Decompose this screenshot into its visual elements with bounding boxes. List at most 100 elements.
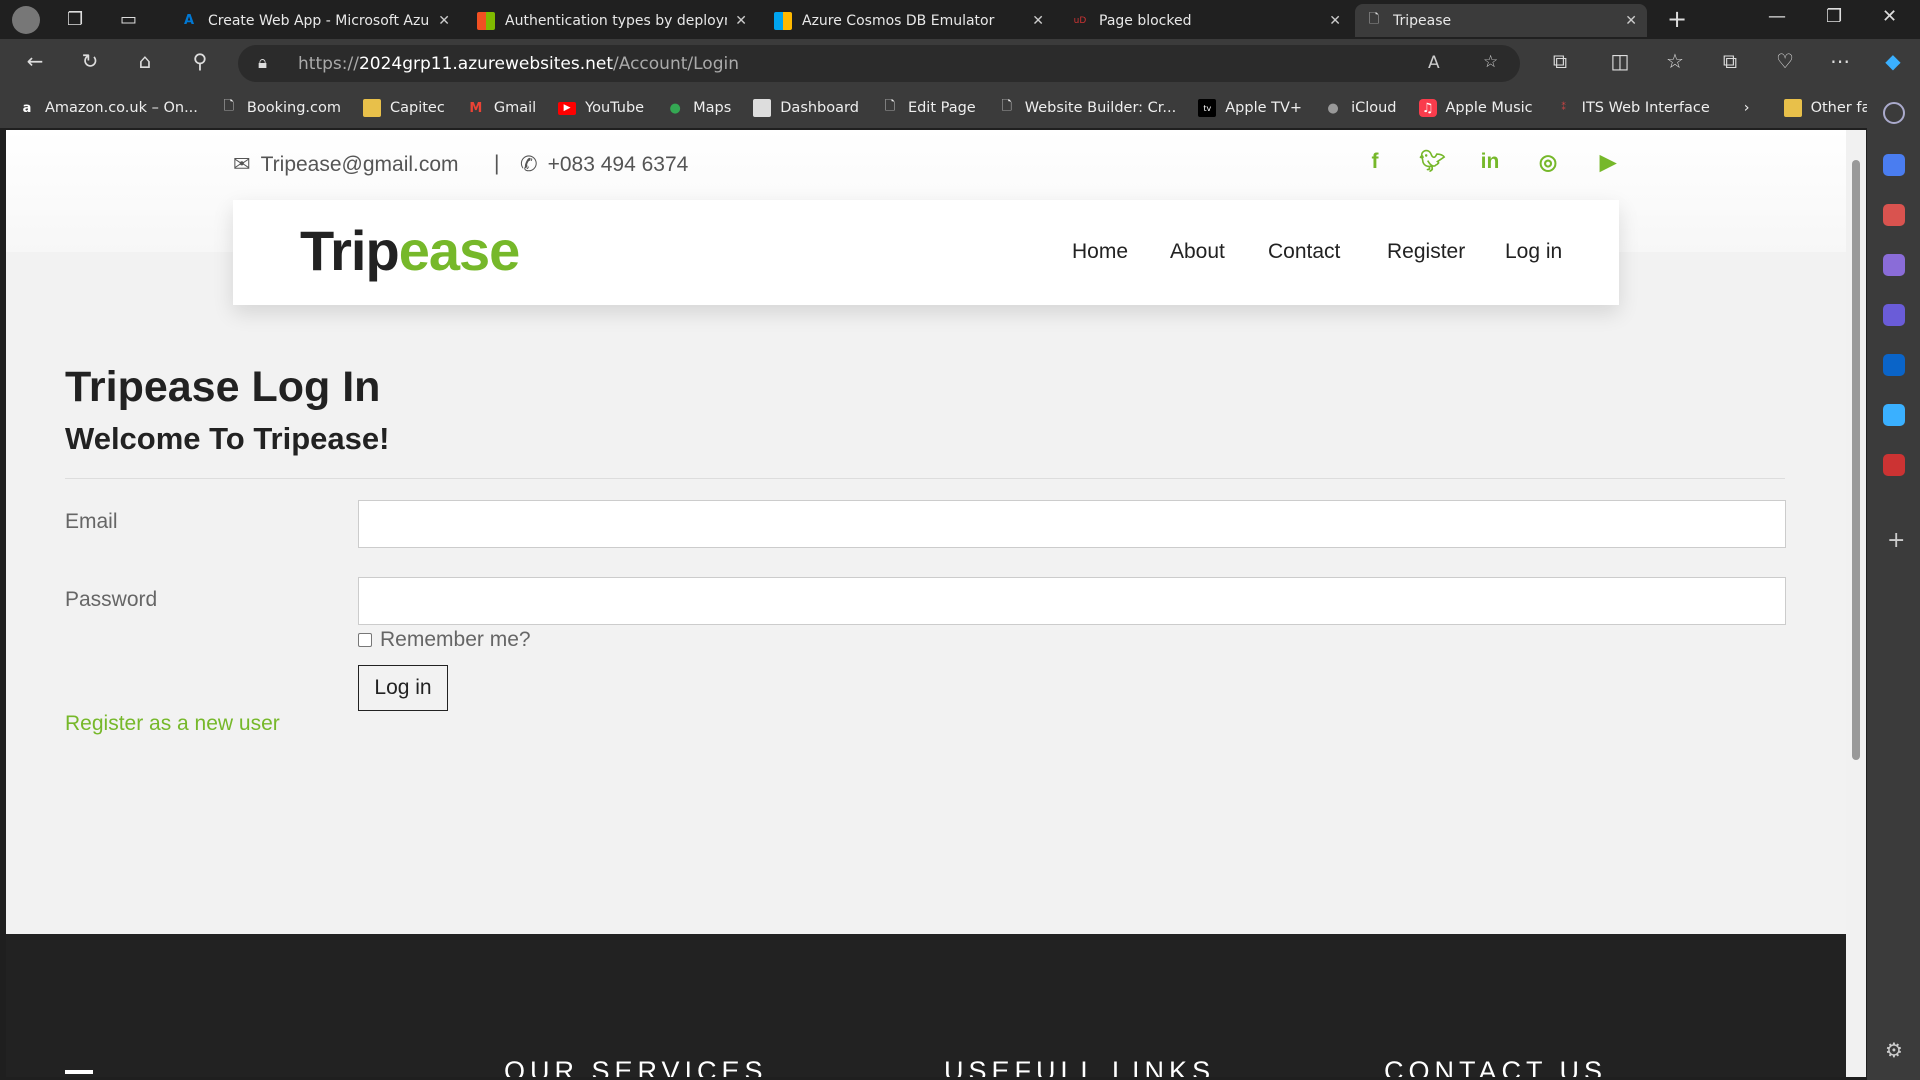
close-window-button[interactable]: ✕ xyxy=(1882,6,1897,27)
bookmark-apple-music[interactable]: ♫ Apple Music xyxy=(1418,99,1533,117)
bookmark-label: Maps xyxy=(693,100,732,116)
restore-button[interactable]: ❐ xyxy=(1826,6,1842,27)
bookmark-icloud[interactable]: ● iCloud xyxy=(1324,99,1396,117)
collections-icon[interactable]: ⧉ xyxy=(1715,49,1745,73)
close-tab-icon[interactable]: ✕ xyxy=(1329,13,1341,29)
add-sidebar-app-icon[interactable]: + xyxy=(1887,528,1905,553)
bookmark-label: Gmail xyxy=(493,100,537,116)
tab-tripease[interactable]: 🗋 Tripease ✕ xyxy=(1355,4,1647,37)
app-icon[interactable] xyxy=(1883,454,1905,476)
nav-contact[interactable]: Contact xyxy=(1268,240,1340,264)
sidebar-settings-icon[interactable]: ⚙ xyxy=(1885,1038,1903,1062)
logo-dark-text: Trip xyxy=(300,219,400,282)
split-screen-icon[interactable]: ◫ xyxy=(1605,49,1635,73)
profile-avatar[interactable] xyxy=(12,6,40,34)
close-tab-icon[interactable]: ✕ xyxy=(438,13,450,29)
bookmark-apple-tv[interactable]: tv Apple TV+ xyxy=(1198,99,1302,117)
nav-register[interactable]: Register xyxy=(1387,240,1465,264)
youtube-icon[interactable]: ▶ xyxy=(1596,150,1620,175)
page-icon: 🗋 xyxy=(884,99,896,114)
footer-heading-contact: CONTACT US xyxy=(1384,1056,1608,1077)
back-button[interactable]: ← xyxy=(20,49,50,73)
address-bar-row: ← ↻ ⌂ ⚲ 🔒︎ https://2024grp11.azurewebsit… xyxy=(0,39,1920,88)
tab-cosmos-emulator[interactable]: Azure Cosmos DB Emulator ✕ xyxy=(764,4,1054,37)
register-link[interactable]: Register as a new user xyxy=(65,712,280,736)
performance-icon[interactable]: ♡ xyxy=(1770,49,1800,73)
page-scrollbar[interactable] xyxy=(1846,130,1866,1077)
nav-home[interactable]: Home xyxy=(1072,240,1128,264)
bookmark-gmail[interactable]: M Gmail xyxy=(467,99,536,117)
instagram-icon[interactable]: ◎ xyxy=(1536,150,1560,175)
tab-authentication-types[interactable]: Authentication types by deployment ✕ xyxy=(467,4,757,37)
its-icon: ⁑ xyxy=(1561,103,1566,113)
bookmark-capitec[interactable]: Capitec xyxy=(363,99,445,117)
nav-login[interactable]: Log in xyxy=(1505,240,1562,264)
send-icon[interactable] xyxy=(1883,404,1905,426)
bookmark-booking[interactable]: 🗋 Booking.com xyxy=(220,99,341,117)
facebook-icon[interactable]: f xyxy=(1363,150,1387,174)
vertical-tabs-icon[interactable]: ▭ xyxy=(120,9,137,30)
music-icon: ♫ xyxy=(1418,99,1437,117)
more-bookmarks-chevron-icon[interactable]: › xyxy=(1744,100,1750,116)
home-button[interactable]: ⌂ xyxy=(130,49,160,73)
search-icon[interactable]: ⚲ xyxy=(185,49,215,73)
scrollbar-thumb[interactable] xyxy=(1852,160,1860,760)
logo-green-text: ease xyxy=(398,219,521,282)
remember-me[interactable]: Remember me? xyxy=(358,628,531,652)
bookmark-dashboard[interactable]: Dashboard xyxy=(753,99,859,117)
linkedin-icon[interactable]: in xyxy=(1478,150,1502,174)
site-logo[interactable]: Tripease xyxy=(300,218,521,283)
search-icon[interactable] xyxy=(1883,102,1905,124)
twitter-icon[interactable]: 🐦︎ xyxy=(1419,150,1446,174)
contact-phone[interactable]: ✆ +083 494 6374 xyxy=(520,152,688,177)
close-tab-icon[interactable]: ✕ xyxy=(1625,13,1637,29)
ublock-icon: uD xyxy=(1073,15,1087,26)
bookmark-label: Capitec xyxy=(390,100,445,116)
password-input[interactable] xyxy=(358,577,1786,625)
tools-icon[interactable] xyxy=(1883,204,1905,226)
bookmark-maps[interactable]: ● Maps xyxy=(666,99,731,117)
apple-icon: ● xyxy=(1327,100,1339,116)
bookmark-label: Amazon.co.uk – On... xyxy=(45,100,198,116)
tab-label: Authentication types by deployment xyxy=(505,12,727,29)
lock-icon[interactable]: 🔒︎ xyxy=(258,53,267,73)
web-page: ✉ Tripease@gmail.com | ✆ +083 494 6374 f 🐦… xyxy=(6,130,1846,1077)
url-input[interactable]: 🔒︎ https://2024grp11.azurewebsites.net/A… xyxy=(238,45,1520,82)
bookmark-its[interactable]: ⁑ ITS Web Interface xyxy=(1555,99,1709,117)
shopping-icon[interactable] xyxy=(1883,154,1905,176)
remember-me-checkbox[interactable] xyxy=(358,633,372,647)
read-aloud-icon[interactable]: A xyxy=(1428,53,1440,73)
bookmark-label: Dashboard xyxy=(780,100,859,116)
bookmark-edit-page[interactable]: 🗋 Edit Page xyxy=(881,99,976,117)
tab-page-blocked[interactable]: uD Page blocked ✕ xyxy=(1061,4,1351,37)
extensions-icon[interactable]: ⧉ xyxy=(1545,49,1575,73)
footer-heading-links: USEFULL LINKS xyxy=(944,1056,1216,1077)
dashboard-icon xyxy=(753,99,772,117)
contact-email[interactable]: ✉ Tripease@gmail.com xyxy=(233,152,459,177)
bookmark-youtube[interactable]: ▶ YouTube xyxy=(558,100,644,116)
close-tab-icon[interactable]: ✕ xyxy=(1032,13,1044,29)
workspaces-icon[interactable]: ❐ xyxy=(67,9,83,30)
tab-create-web-app[interactable]: A Create Web App - Microsoft Azure ✕ xyxy=(170,4,460,37)
refresh-button[interactable]: ↻ xyxy=(75,49,105,73)
login-button[interactable]: Log in xyxy=(358,665,448,711)
url-path: /Account/Login xyxy=(613,53,739,74)
close-tab-icon[interactable]: ✕ xyxy=(735,13,747,29)
email-input[interactable] xyxy=(358,500,1786,548)
tab-label: Tripease xyxy=(1393,12,1452,29)
games-icon[interactable] xyxy=(1883,254,1905,276)
folder-icon xyxy=(363,99,381,117)
copilot-icon[interactable] xyxy=(1883,304,1905,326)
outlook-icon[interactable] xyxy=(1883,354,1905,376)
minimize-button[interactable]: — xyxy=(1768,6,1786,27)
nav-about[interactable]: About xyxy=(1170,240,1225,264)
copilot-icon[interactable]: ◆ xyxy=(1878,49,1908,73)
main-navbar: Tripease Home About Contact Register Log… xyxy=(233,200,1619,305)
favorite-star-icon[interactable]: ☆ xyxy=(1483,52,1498,72)
tab-label: Create Web App - Microsoft Azure xyxy=(208,12,431,29)
bookmark-amazon[interactable]: a Amazon.co.uk – On... xyxy=(18,99,198,117)
more-menu-icon[interactable]: ⋯ xyxy=(1825,49,1855,73)
new-tab-button[interactable]: + xyxy=(1667,5,1687,33)
favorites-icon[interactable]: ☆ xyxy=(1660,49,1690,73)
bookmark-website-builder[interactable]: 🗋 Website Builder: Cr... xyxy=(998,99,1177,117)
